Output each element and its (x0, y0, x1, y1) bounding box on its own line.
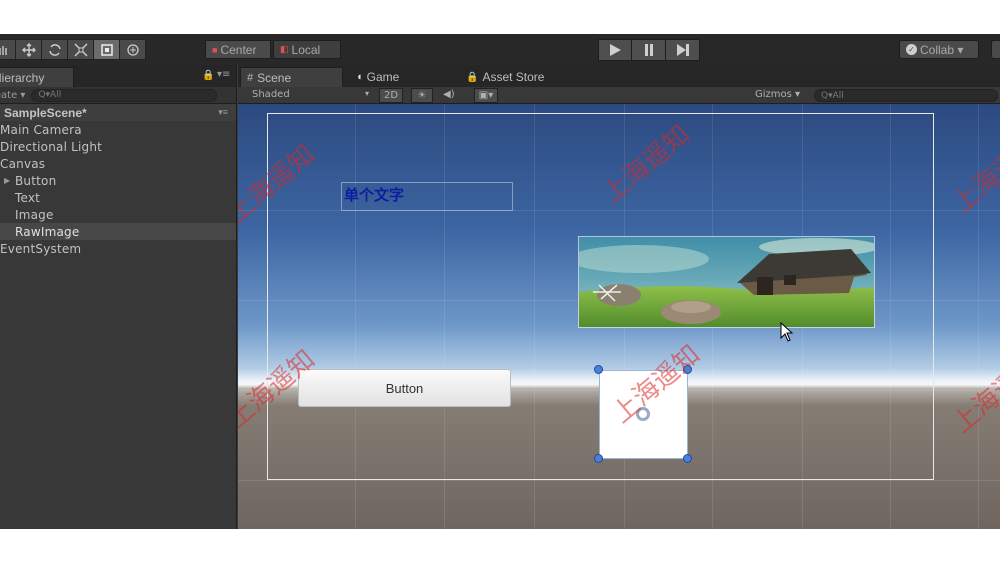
scene-viewport[interactable]: 单个文字 Button 上海遥知 上海遥知 上海遥知 上海遥知 上海遥知 上海遥… (238, 104, 1000, 529)
tree-item-button[interactable]: ▶ Button (0, 172, 236, 189)
tree-item-label: RawImage (15, 224, 80, 239)
farmhouse-landscape-image (579, 237, 874, 327)
transform-tools (0, 39, 146, 60)
pause-icon (644, 44, 653, 56)
scene-panel: # Scene ◖ Game 🔒 Asset Store Shaded ▾ 2D… (238, 65, 1000, 529)
hierarchy-tab-strip: Hierarchy 🔒 ▾≡ (0, 65, 236, 87)
tab-asset-store[interactable]: 🔒 Asset Store (460, 67, 560, 87)
create-dropdown[interactable]: Create ▾ (0, 90, 25, 101)
hierarchy-tab-label: Hierarchy (0, 70, 45, 85)
account-button[interactable] (991, 40, 1000, 59)
grid-line (238, 480, 1000, 481)
tree-item-label: Canvas (0, 156, 46, 171)
hierarchy-toolbar: Create ▾ Q▾All (0, 87, 236, 104)
scene-toolbar: Shaded ▾ 2D ☀ ◀) ▣▾ Gizmos ▾ Q▾All (238, 87, 1000, 104)
game-icon: ◖ (356, 71, 363, 83)
lighting-toggle-icon[interactable]: ☀ (411, 88, 433, 103)
ui-button-element[interactable]: Button (298, 369, 511, 407)
rect-tool-button[interactable] (94, 39, 120, 60)
play-button[interactable] (598, 39, 632, 61)
tree-item-label: EventSystem (0, 241, 82, 256)
scene-search-input[interactable]: Q▾All (814, 89, 998, 102)
resize-handle-bottom-right[interactable] (683, 454, 692, 463)
tree-item-label: Directional Light (0, 139, 103, 154)
tree-item-directional-light[interactable]: Directional Light (0, 138, 236, 155)
expand-arrow-icon[interactable]: ▶ (4, 176, 15, 185)
effects-toggle-icon[interactable]: ▣▾ (474, 88, 498, 103)
tree-item-text[interactable]: Text (0, 189, 236, 206)
tab-label: Asset Store (482, 70, 545, 84)
draw-mode-arrow-icon: ▾ (365, 89, 370, 98)
rotate-icon (48, 43, 61, 56)
rect-transform-icon (100, 43, 113, 56)
tab-hierarchy[interactable]: Hierarchy (0, 67, 74, 87)
audio-toggle-icon[interactable]: ◀) (443, 89, 455, 100)
tree-item-label: Button (15, 173, 57, 188)
checkmark-icon: ✓ (906, 44, 917, 55)
tree-item-rawimage[interactable]: RawImage (0, 223, 236, 240)
tab-scene[interactable]: # Scene (240, 67, 343, 87)
transform-tool-button[interactable] (120, 39, 146, 60)
play-icon (610, 44, 621, 56)
rotate-tool-button[interactable] (42, 39, 68, 60)
pivot-icon: ■ (212, 44, 218, 55)
gizmos-dropdown[interactable]: Gizmos ▾ (755, 89, 800, 100)
mode-2d-toggle[interactable]: 2D (379, 88, 403, 103)
raw-image-element[interactable] (578, 236, 875, 328)
tree-item-eventsystem[interactable]: EventSystem (0, 240, 236, 257)
resize-handle-top-left[interactable] (594, 365, 603, 374)
tab-game[interactable]: ◖ Game (350, 67, 430, 87)
scene-search-placeholder: Q▾All (821, 90, 844, 101)
scale-tool-button[interactable] (68, 39, 94, 60)
tab-label: Game (366, 70, 400, 84)
draw-mode-dropdown[interactable]: Shaded (252, 89, 290, 100)
hand-icon (0, 45, 7, 55)
transform-icon (126, 43, 139, 56)
tree-item-label: Main Camera (0, 122, 82, 137)
scene-menu-icon[interactable]: ▾≡ (218, 107, 228, 118)
asset-store-icon: 🔒 (466, 71, 479, 83)
scene-name: SampleScene* (4, 105, 87, 120)
playback-controls (598, 39, 700, 61)
step-button[interactable] (666, 39, 700, 61)
watermark: 上海遥知 (947, 129, 1000, 220)
space-label: Local (291, 42, 321, 57)
resize-handle-bottom-left[interactable] (594, 454, 603, 463)
scale-icon (73, 42, 88, 57)
main-toolbar: ■ Center ◧ Local ✓ Collab ▾ (0, 34, 1000, 65)
local-space-icon: ◧ (280, 44, 289, 54)
collab-label: Collab ▾ (920, 42, 964, 57)
scene-tab-strip: # Scene ◖ Game 🔒 Asset Store (238, 65, 1000, 87)
tree-item-label: Image (15, 207, 54, 222)
mouse-cursor-icon (780, 322, 794, 342)
tree-item-image[interactable]: Image (0, 206, 236, 223)
panel-menu-icon[interactable]: ▾≡ (217, 69, 230, 80)
tab-label: Scene (257, 70, 292, 85)
space-local-toggle[interactable]: ◧ Local (273, 40, 341, 59)
pivot-center-toggle[interactable]: ■ Center (205, 40, 271, 59)
move-icon (21, 42, 36, 57)
watermark: 上海遥知 (947, 349, 1000, 440)
hierarchy-panel: Hierarchy 🔒 ▾≡ Create ▾ Q▾All SampleScen… (0, 65, 237, 529)
hierarchy-search-placeholder: Q▾All (38, 90, 62, 100)
step-icon (676, 44, 689, 56)
hierarchy-search-input[interactable]: Q▾All (31, 88, 218, 102)
pivot-label: Center (220, 42, 257, 57)
tree-item-main-camera[interactable]: Main Camera (0, 121, 236, 138)
hand-tool-button[interactable] (0, 39, 16, 60)
pause-button[interactable] (632, 39, 666, 61)
ui-button-label: Button (385, 380, 424, 396)
unity-editor: ■ Center ◧ Local ✓ Collab ▾ H (0, 34, 1000, 529)
scene-header-sampleScene[interactable]: SampleScene* ▾≡ (0, 104, 236, 121)
ui-text-element[interactable]: 单个文字 (344, 184, 404, 205)
move-tool-button[interactable] (16, 39, 42, 60)
collab-button[interactable]: ✓ Collab ▾ (899, 40, 979, 59)
scene-grid-icon: # (247, 71, 254, 84)
tree-item-canvas[interactable]: Canvas (0, 155, 236, 172)
lock-icon: 🔒 (202, 70, 215, 81)
tree-item-label: Text (15, 190, 41, 205)
